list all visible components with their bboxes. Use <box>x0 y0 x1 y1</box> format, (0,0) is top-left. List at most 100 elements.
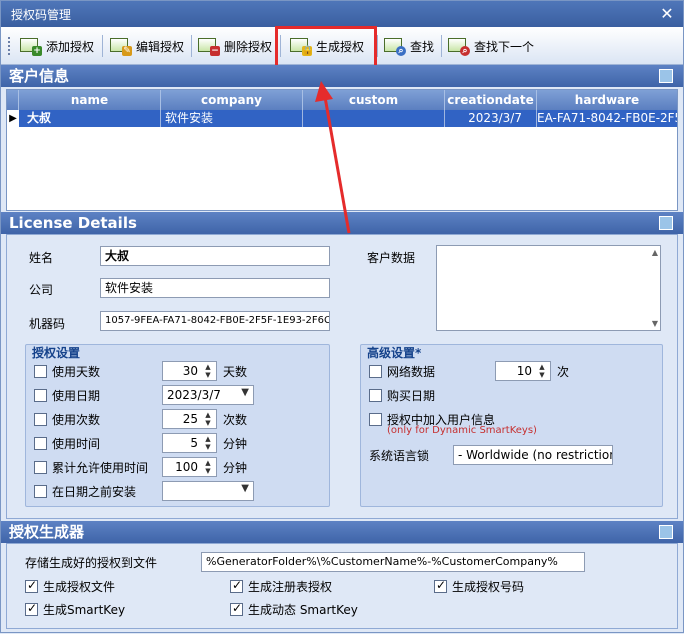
buy-date-checkbox[interactable] <box>369 389 382 402</box>
gen-registry-label: 生成注册表授权 <box>248 580 333 594</box>
spinner-arrows-icon[interactable]: ▲ ▼ <box>201 435 215 451</box>
buy-date-label: 购买日期 <box>387 389 436 403</box>
company-label: 公司 <box>29 283 54 297</box>
gen-smartkey-checkbox[interactable] <box>25 601 38 616</box>
column-header-custom[interactable]: custom <box>303 90 445 110</box>
find-label: 查找 <box>410 39 435 54</box>
toolbar-grip <box>8 37 11 55</box>
customer-data-field[interactable]: ▲ ▼ <box>436 245 661 331</box>
gen-registry-checkbox[interactable] <box>230 578 243 593</box>
gen-license-file-checkbox[interactable] <box>25 578 38 593</box>
auth-settings-title: 授权设置 <box>32 346 81 360</box>
use-days-stepper[interactable]: 30 ▲ ▼ <box>162 361 217 381</box>
chevron-down-icon[interactable]: ▼ <box>241 387 249 398</box>
spinner-arrows-icon[interactable]: ▲ ▼ <box>201 411 215 427</box>
cell-hardware: EA-FA71-8042-FB0E-2F5F-1E <box>537 111 677 125</box>
delete-license-label: 删除授权 <box>224 39 273 54</box>
grid-header: name company custom creationdate hardwar… <box>7 90 677 110</box>
use-count-unit: 次数 <box>223 413 248 427</box>
use-time-checkbox[interactable] <box>34 437 47 450</box>
machine-code-field[interactable]: 1057-9FEA-FA71-8042-FB0E-2F5F-1E93-2F6C <box>100 311 330 331</box>
cumulative-time-stepper[interactable]: 100 ▲ ▼ <box>162 457 217 477</box>
use-days-checkbox[interactable] <box>34 365 47 378</box>
spinner-arrows-icon[interactable]: ▲ ▼ <box>201 459 215 475</box>
find-button[interactable]: ⌕ 查找 <box>381 33 437 59</box>
toolbar-separator <box>377 35 378 57</box>
close-icon[interactable]: ✕ <box>657 4 677 24</box>
generate-license-label: 生成授权 <box>316 39 365 54</box>
use-count-stepper[interactable]: 25 ▲ ▼ <box>162 409 217 429</box>
details-header: License Details <box>1 212 683 234</box>
gen-license-code-checkbox[interactable] <box>434 578 447 593</box>
delete-license-button[interactable]: − 删除授权 <box>195 33 275 59</box>
save-to-file-label: 存储生成好的授权到文件 <box>25 556 158 570</box>
scroll-down-icon[interactable]: ▼ <box>652 319 658 328</box>
use-count-value: 25 <box>182 412 198 426</box>
cumulative-time-value: 100 <box>175 460 198 474</box>
edit-license-icon: ✎ <box>110 36 132 56</box>
save-path-field[interactable]: %GeneratorFolder%\%CustomerName%-%Custom… <box>201 552 585 572</box>
find-next-button[interactable]: ⌕ 查找下一个 <box>445 33 537 59</box>
customer-grid: name company custom creationdate hardwar… <box>6 89 678 211</box>
column-header-creationdate[interactable]: creationdate <box>445 90 537 110</box>
grid-header-indicator <box>7 90 19 110</box>
add-license-icon: + <box>20 36 42 56</box>
use-date-checkbox[interactable] <box>34 389 47 402</box>
gen-dynamic-smartkey-checkbox[interactable] <box>230 601 243 616</box>
company-field[interactable]: 软件安装 <box>100 278 330 298</box>
net-data-checkbox[interactable] <box>369 365 382 378</box>
find-next-icon: ⌕ <box>448 36 470 56</box>
details-panel: 姓名 大叔 公司 软件安装 机器码 1057-9FEA-FA71-8042-FB… <box>6 234 678 519</box>
use-date-label: 使用日期 <box>52 389 101 403</box>
use-date-picker[interactable]: 2023/3/7 ▼ <box>162 385 254 405</box>
name-label: 姓名 <box>29 251 54 265</box>
use-date-value: 2023/3/7 <box>167 388 221 402</box>
add-user-info-note: (only for Dynamic SmartKeys) <box>387 425 537 436</box>
table-row[interactable]: 大叔 软件安装 2023/3/7 EA-FA71-8042-FB0E-2F5F-… <box>19 110 677 127</box>
details-header-title: License Details <box>9 214 137 232</box>
generator-panel: 存储生成好的授权到文件 %GeneratorFolder%\%CustomerN… <box>6 543 678 629</box>
add-user-info-checkbox[interactable] <box>369 413 382 426</box>
install-before-checkbox[interactable] <box>34 485 47 498</box>
generator-header-title: 授权生成器 <box>9 523 85 541</box>
column-header-name[interactable]: name <box>19 90 161 110</box>
column-header-company[interactable]: company <box>161 90 303 110</box>
net-data-stepper[interactable]: 10 ▲ ▼ <box>495 361 551 381</box>
use-count-label: 使用次数 <box>52 413 101 427</box>
title-bar: 授权码管理 ✕ <box>1 1 683 27</box>
gen-smartkey-label: 生成SmartKey <box>43 603 126 617</box>
system-language-field[interactable]: - Worldwide (no restriction) <box>453 445 613 465</box>
customers-header: 客户信息 <box>1 65 683 87</box>
search-icon: ⌕ <box>384 36 406 56</box>
cumulative-time-checkbox[interactable] <box>34 461 47 474</box>
cell-name: 大叔 <box>19 110 161 127</box>
users-icon <box>659 69 673 83</box>
machine-code-label: 机器码 <box>29 317 66 331</box>
edit-license-button[interactable]: ✎ 编辑授权 <box>107 33 187 59</box>
use-days-label: 使用天数 <box>52 365 101 379</box>
spinner-arrows-icon[interactable]: ▲ ▼ <box>201 363 215 379</box>
gen-dynamic-smartkey-label: 生成动态 SmartKey <box>248 603 358 617</box>
spinner-arrows-icon[interactable]: ▲ ▼ <box>535 363 549 379</box>
name-field[interactable]: 大叔 <box>100 246 330 266</box>
use-days-unit: 天数 <box>223 365 248 379</box>
install-before-picker[interactable]: ▼ <box>162 481 254 501</box>
use-time-label: 使用时间 <box>52 437 101 451</box>
generate-license-button[interactable]: 🔒 生成授权 <box>287 33 367 59</box>
column-header-hardware[interactable]: hardware <box>537 90 677 110</box>
system-language-label: 系统语言锁 <box>369 449 430 463</box>
gen-license-file-label: 生成授权文件 <box>43 580 116 594</box>
add-license-button[interactable]: + 添加授权 <box>17 33 97 59</box>
toolbar-separator <box>441 35 442 57</box>
use-time-stepper[interactable]: 5 ▲ ▼ <box>162 433 217 453</box>
net-data-label: 网络数据 <box>387 365 436 379</box>
install-before-label: 在日期之前安装 <box>52 485 137 499</box>
advanced-settings-group: 高级设置* 网络数据 10 ▲ ▼ 次 购买日期 授权中加入用户信息 (only f… <box>360 344 663 507</box>
chevron-down-icon[interactable]: ▼ <box>241 483 249 494</box>
scroll-up-icon[interactable]: ▲ <box>652 248 658 257</box>
gen-license-code-label: 生成授权号码 <box>452 580 525 594</box>
document-icon <box>659 525 673 539</box>
use-count-checkbox[interactable] <box>34 413 47 426</box>
find-next-label: 查找下一个 <box>474 39 535 54</box>
add-license-label: 添加授权 <box>46 39 95 54</box>
